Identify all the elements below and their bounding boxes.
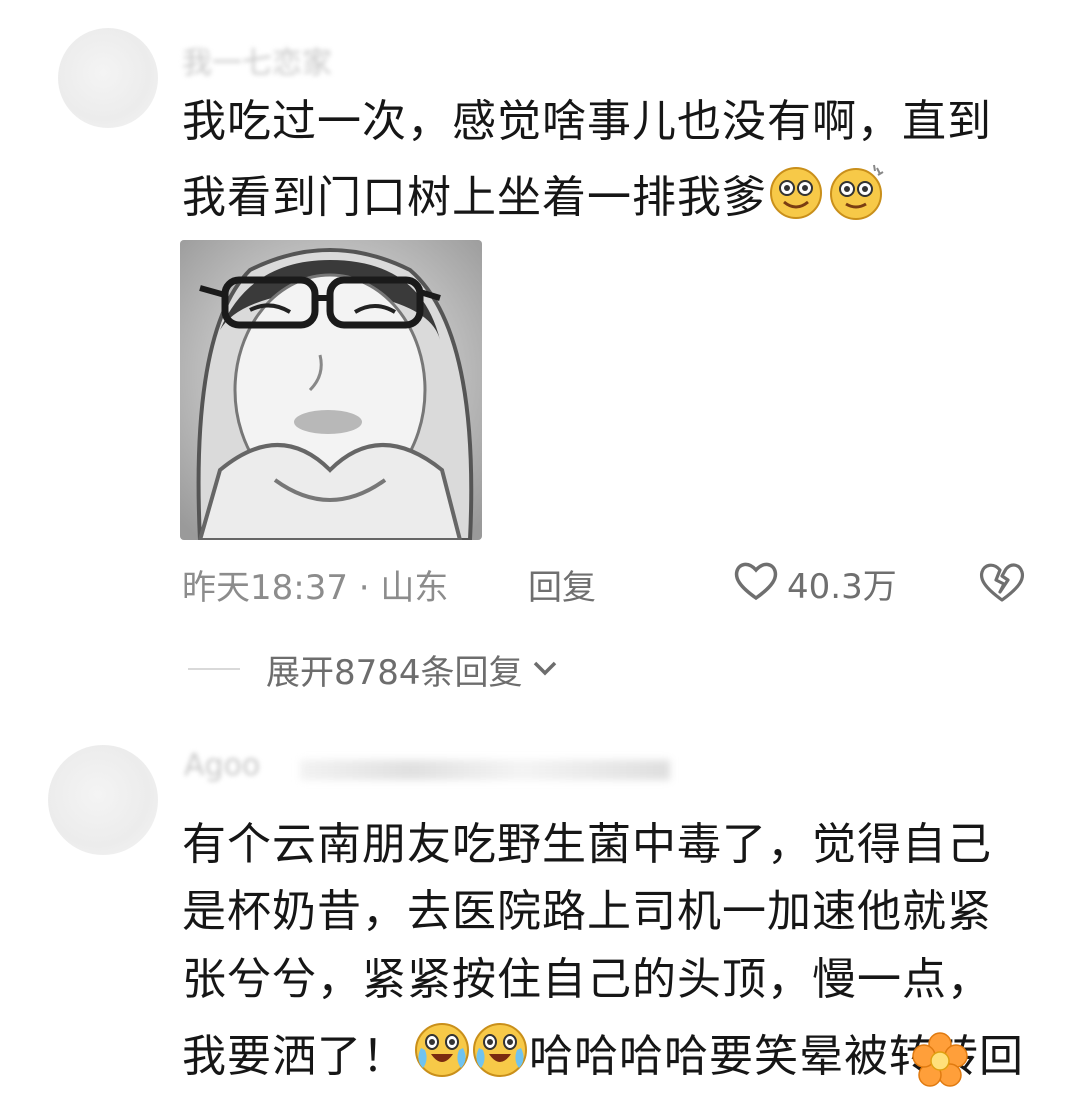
username-blur-extra (300, 760, 670, 780)
comment-text-line: 有个云南朋友吃野生菌中毒了，觉得自己 (182, 819, 992, 870)
dizzy-face-emoji-icon (827, 164, 889, 236)
reply-button[interactable]: 回复 (528, 560, 596, 609)
loudly-crying-emoji-icon (471, 1020, 529, 1094)
comment-text-segment: 我要洒了！ (182, 1031, 407, 1082)
avatar[interactable] (48, 745, 158, 855)
comment-text-segment: 哈哈哈哈要笑晕被转 (529, 1031, 934, 1082)
username[interactable]: Agoo (184, 748, 260, 783)
comment-text-line: 我要洒了！ 哈哈哈哈要笑晕被转 转回 (182, 1020, 1024, 1094)
chevron-down-icon (531, 658, 559, 682)
dislike-button[interactable] (978, 560, 1026, 608)
avatar[interactable] (58, 28, 158, 128)
comment-text-segment: 我看到门口树上坐着一排我爹 (182, 172, 767, 223)
divider-line (188, 668, 240, 670)
comment-text-line: 是杯奶昔，去医院路上司机一加速他就紧 (182, 886, 992, 937)
comment-text-line: 张兮兮，紧紧按住自己的头顶，慢一点， (182, 954, 992, 1005)
comment-image[interactable] (180, 240, 482, 540)
expand-replies-button[interactable]: 展开8784条回复 (266, 645, 559, 694)
expand-replies-label: 展开8784条回复 (266, 653, 523, 693)
username[interactable]: 我一七恋家 (182, 38, 332, 82)
broken-heart-icon (978, 563, 1026, 608)
like-count: 40.3万 (787, 566, 897, 607)
dizzy-face-emoji-icon (767, 164, 827, 236)
comment-text-line: 我吃过一次，感觉啥事儿也没有啊，直到 (182, 96, 992, 147)
heart-icon (733, 560, 779, 606)
loudly-crying-emoji-icon (413, 1020, 471, 1094)
comment-text-line: 我看到门口树上坐着一排我爹 (182, 164, 889, 236)
like-button[interactable]: 40.3万 (733, 558, 897, 608)
flower-sticker-icon (912, 1032, 968, 1092)
comment-time-location: 昨天18:37 · 山东 (182, 568, 449, 608)
